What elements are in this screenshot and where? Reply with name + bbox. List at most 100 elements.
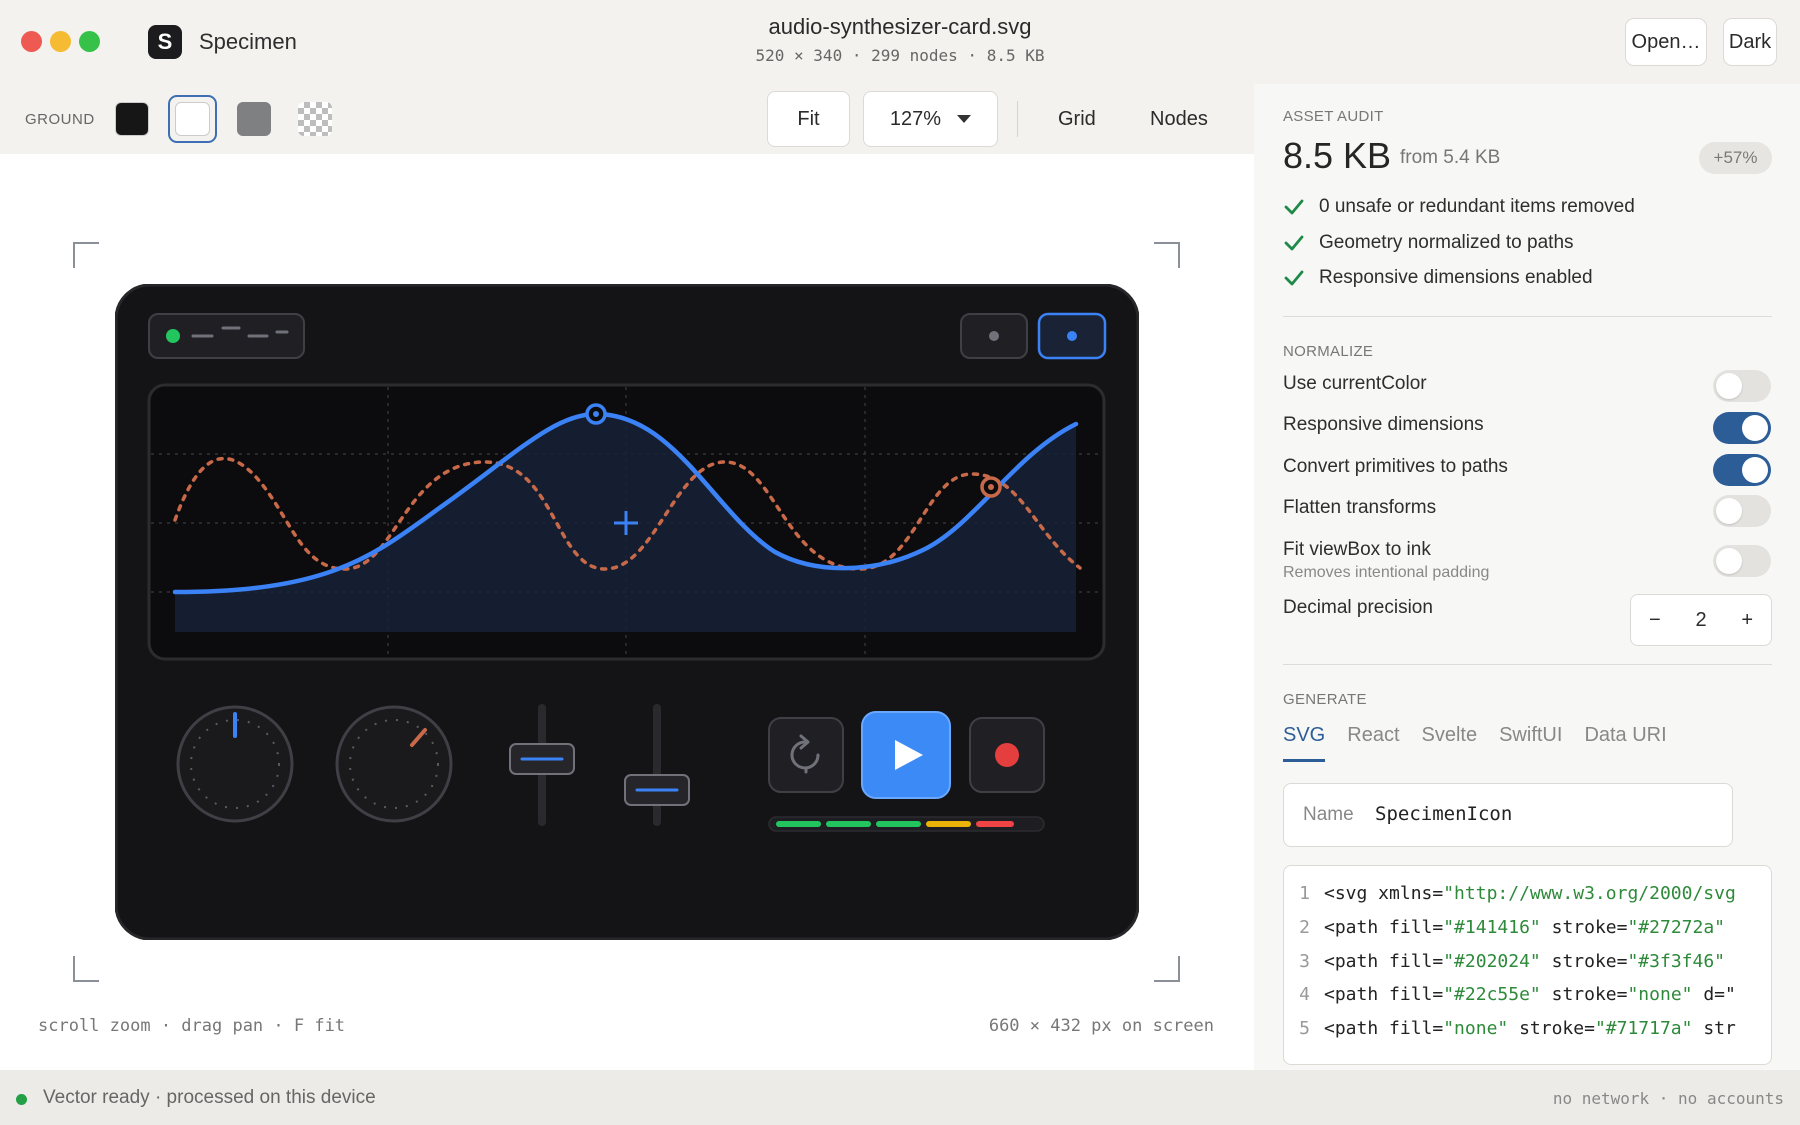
code-preview[interactable]: 1 <svg xmlns="http://www.w3.org/2000/svg…: [1283, 865, 1772, 1065]
mode-dot-active-icon: [1067, 331, 1077, 341]
check-icon: [1284, 270, 1304, 286]
synth-card-preview: [115, 284, 1139, 940]
toggle-knob: [1742, 457, 1768, 483]
option-fit-viewbox-label: Fit viewBox to ink: [1283, 539, 1431, 560]
knob-2: [335, 705, 453, 823]
app-window: S Specimen audio-synthesizer-card.svg 52…: [0, 0, 1800, 1125]
code-text: <path fill="#202024" stroke="#3f3f46": [1324, 951, 1726, 972]
screen-size-readout: 660 × 432 px on screen: [988, 1016, 1214, 1036]
tab-svelte[interactable]: Svelte: [1422, 724, 1478, 762]
line-number: 4: [1299, 984, 1310, 1005]
theme-toggle-button[interactable]: Dark: [1723, 18, 1777, 66]
zoom-select[interactable]: 127%: [863, 91, 998, 147]
code-line: 5 <path fill="none" stroke="#71717a" str: [1284, 1018, 1736, 1042]
code-line: 2 <path fill="#141416" stroke="#27272a": [1284, 917, 1725, 941]
toolbar-divider: [1017, 101, 1018, 137]
toggle-use-currentcolor[interactable]: [1713, 370, 1771, 402]
decimal-precision-stepper: − 2 +: [1630, 594, 1772, 646]
ground-transparent-swatch[interactable]: [298, 102, 332, 136]
audit-check-row: Responsive dimensions enabled: [1283, 265, 1593, 291]
level-meter-segment: [876, 821, 921, 827]
chevron-down-icon: [957, 115, 972, 123]
toggle-knob: [1716, 373, 1742, 399]
name-field-label: Name: [1303, 804, 1354, 825]
line-number: 5: [1299, 1018, 1310, 1039]
grid-toggle[interactable]: Grid: [1058, 108, 1096, 131]
component-name-field[interactable]: Name SpecimenIcon: [1283, 783, 1733, 847]
output-size: 8.5 KB: [1283, 135, 1392, 176]
preview-canvas[interactable]: scroll zoom · drag pan · F fit 660 × 432…: [0, 154, 1254, 1070]
size-delta-badge: +57%: [1699, 142, 1772, 174]
generate-heading: GENERATE: [1283, 691, 1367, 708]
check-icon: [1284, 199, 1304, 215]
close-window-button[interactable]: [21, 31, 42, 52]
status-led-icon: [166, 329, 180, 343]
tab-swiftui[interactable]: SwiftUI: [1499, 724, 1562, 762]
asset-audit-heading: ASSET AUDIT: [1283, 108, 1384, 125]
name-field-value[interactable]: SpecimenIcon: [1375, 803, 1512, 825]
ground-gray-swatch[interactable]: [237, 102, 271, 136]
level-meter-segment: [826, 821, 871, 827]
crop-corner-top-left: [73, 242, 99, 268]
minimize-window-button[interactable]: [50, 31, 71, 52]
zoom-value: 127%: [889, 107, 942, 130]
toggle-flatten-transforms[interactable]: [1713, 495, 1771, 527]
tab-svg[interactable]: SVG: [1283, 724, 1326, 762]
nodes-toggle[interactable]: Nodes: [1150, 108, 1208, 131]
option-flatten-transforms-label: Flatten transforms: [1283, 497, 1437, 518]
output-format-tabs: SVG React Svelte SwiftUI Data URI: [1283, 724, 1667, 762]
original-size: from 5.4 KB: [1400, 147, 1501, 168]
code-text: <path fill="#22c55e" stroke="none" d=": [1324, 984, 1736, 1005]
zoom-window-button[interactable]: [79, 31, 100, 52]
section-divider: [1283, 316, 1772, 317]
toggle-knob: [1742, 415, 1768, 441]
precision-value: 2: [1695, 608, 1707, 631]
ground-white-swatch[interactable]: [168, 95, 217, 143]
line-number: 1: [1299, 883, 1310, 904]
waveform-peak-dot: [593, 411, 599, 417]
option-responsive-dimensions-label: Responsive dimensions: [1283, 414, 1484, 435]
canvas-toolbar: GROUND Fit 127% Grid Nodes: [0, 84, 1254, 154]
ground-black-swatch[interactable]: [115, 102, 149, 136]
tab-react[interactable]: React: [1347, 724, 1399, 762]
level-meter-segment: [926, 821, 971, 827]
ground-label: GROUND: [25, 111, 95, 128]
toggle-knob: [1716, 498, 1742, 524]
status-bar: Vector ready · processed on this device …: [0, 1070, 1800, 1125]
decrement-button[interactable]: −: [1649, 609, 1661, 632]
document-meta: 520 × 340 · 299 nodes · 8.5 KB: [755, 46, 1045, 65]
line-number: 3: [1299, 951, 1310, 972]
audit-check-text: 0 unsafe or redundant items removed: [1319, 196, 1635, 217]
crop-corner-bottom-left: [73, 956, 99, 982]
fit-button[interactable]: Fit: [767, 91, 850, 147]
privacy-status: no network · no accounts: [1552, 1089, 1784, 1108]
code-text: <path fill="none" stroke="#71717a" str: [1324, 1018, 1736, 1039]
app-name: Specimen: [199, 29, 297, 54]
crop-corner-bottom-right: [1154, 956, 1180, 982]
open-button[interactable]: Open…: [1625, 18, 1707, 66]
level-meter-segment: [776, 821, 821, 827]
increment-button[interactable]: +: [1741, 609, 1753, 632]
code-line: 3 <path fill="#202024" stroke="#3f3f46": [1284, 951, 1725, 975]
line-number: 2: [1299, 917, 1310, 938]
audit-check-text: Geometry normalized to paths: [1319, 232, 1574, 253]
toggle-responsive-dimensions[interactable]: [1713, 412, 1771, 444]
decimal-precision-label: Decimal precision: [1283, 597, 1433, 618]
option-use-currentcolor-label: Use currentColor: [1283, 373, 1427, 394]
section-divider: [1283, 664, 1772, 665]
code-text: <svg xmlns="http://www.w3.org/2000/svg: [1324, 883, 1736, 904]
code-line: 4 <path fill="#22c55e" stroke="none" d=": [1284, 984, 1736, 1008]
document-title: audio-synthesizer-card.svg: [768, 14, 1032, 39]
title-bar: S Specimen audio-synthesizer-card.svg 52…: [0, 0, 1800, 84]
toggle-fit-viewbox[interactable]: [1713, 545, 1771, 577]
mode-dot-icon: [989, 331, 999, 341]
tab-data-uri[interactable]: Data URI: [1584, 724, 1666, 762]
fader-2-track: [653, 704, 661, 826]
audit-check-text: Responsive dimensions enabled: [1319, 267, 1593, 288]
normalize-heading: NORMALIZE: [1283, 343, 1374, 360]
loop-button: [768, 717, 844, 793]
code-line: 1 <svg xmlns="http://www.w3.org/2000/svg: [1284, 883, 1736, 907]
check-icon: [1284, 235, 1304, 251]
toggle-convert-primitives[interactable]: [1713, 454, 1771, 486]
white-swatch-fill: [175, 102, 210, 136]
